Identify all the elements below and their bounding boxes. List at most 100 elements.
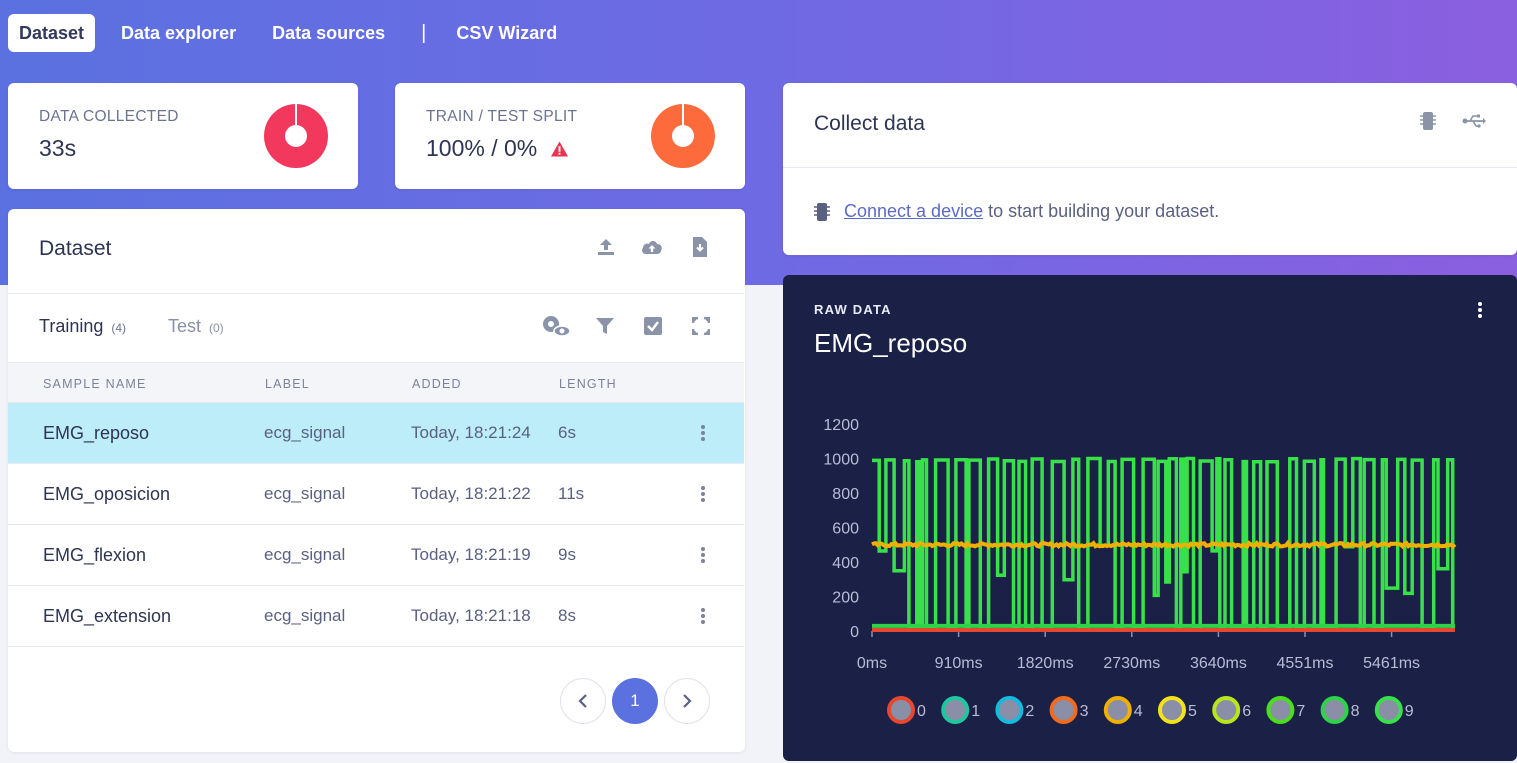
- series-4-line: [871, 539, 1457, 550]
- legend-marker[interactable]: [1103, 696, 1132, 724]
- tab-training-count: (4): [111, 321, 127, 335]
- legend-marker[interactable]: [1158, 696, 1186, 724]
- warning-triangle-icon: [551, 140, 569, 157]
- split-amount: 100% / 0%: [426, 135, 538, 161]
- x-tick-label: 4551ms: [1277, 655, 1334, 672]
- split-donut: [651, 104, 715, 168]
- x-tick-label: 1820ms: [1017, 655, 1074, 672]
- collect-data-divider: [783, 167, 1517, 168]
- sample-name: EMG_flexion: [43, 545, 147, 565]
- connect-device-link[interactable]: Connect a device: [844, 201, 983, 221]
- settings-eye-icon[interactable]: [541, 314, 571, 338]
- upload-icon[interactable]: [594, 235, 618, 259]
- table-row[interactable]: EMG_extension ecg_signal Today, 18:21:18…: [8, 586, 744, 647]
- sample-label: ecg_signal: [264, 484, 346, 503]
- connect-device-suffix: to start building your dataset.: [983, 201, 1220, 221]
- legend-label: 1: [971, 703, 980, 720]
- tab-dataset[interactable]: Dataset: [8, 14, 96, 52]
- sample-label: ecg_signal: [264, 545, 346, 564]
- row-menu-icon[interactable]: [698, 545, 708, 565]
- dataset-card: Dataset Training (4) Test (0) SAMPLE NAM…: [8, 209, 745, 752]
- split-value: 100% / 0%: [426, 135, 569, 162]
- data-collected-card: DATA COLLECTED 33s: [8, 83, 358, 189]
- tab-training[interactable]: Training (4): [39, 316, 126, 337]
- tab-data-sources[interactable]: Data sources: [254, 14, 403, 52]
- collect-data-title: Collect data: [814, 112, 925, 135]
- sample-added: Today, 18:21:18: [411, 606, 531, 625]
- legend-marker[interactable]: [1049, 696, 1078, 724]
- legend-label: 8: [1351, 703, 1360, 720]
- cloud-upload-icon[interactable]: [640, 235, 664, 259]
- legend-marker[interactable]: [1374, 696, 1403, 724]
- tab-data-explorer[interactable]: Data explorer: [103, 14, 254, 52]
- table-row[interactable]: EMG_flexion ecg_signal Today, 18:21:19 9…: [8, 525, 744, 586]
- y-tick-label: 1200: [823, 417, 859, 434]
- sample-added: Today, 18:21:19: [411, 545, 531, 564]
- pagination-page-1[interactable]: 1: [612, 678, 658, 724]
- sample-length: 11s: [558, 484, 585, 503]
- table-row[interactable]: EMG_oposicion ecg_signal Today, 18:21:22…: [8, 464, 744, 525]
- usb-icon[interactable]: [1462, 109, 1486, 133]
- x-tick-label: 3640ms: [1190, 655, 1247, 672]
- row-menu-icon[interactable]: [698, 606, 708, 626]
- data-collected-amount: 33s: [39, 135, 77, 161]
- y-tick-label: 1000: [823, 452, 859, 469]
- row-menu-icon[interactable]: [698, 423, 708, 443]
- device-chip-icon[interactable]: [1416, 109, 1440, 133]
- device-chip-icon: [814, 202, 830, 221]
- legend-marker[interactable]: [1320, 696, 1349, 724]
- sample-added: Today, 18:21:22: [411, 484, 531, 503]
- select-all-icon[interactable]: [641, 314, 665, 338]
- legend-label: 2: [1025, 703, 1034, 720]
- legend-marker[interactable]: [941, 696, 970, 724]
- legend-marker[interactable]: [995, 696, 1024, 724]
- legend-marker[interactable]: [1212, 696, 1241, 724]
- tab-test[interactable]: Test (0): [168, 316, 224, 337]
- nav-separator: |: [421, 21, 427, 44]
- dataset-title: Dataset: [39, 237, 112, 260]
- y-tick-label: 400: [832, 555, 859, 572]
- column-label[interactable]: LABEL: [265, 377, 310, 391]
- x-tick-label: 0ms: [857, 655, 887, 672]
- legend-label: 4: [1134, 703, 1143, 720]
- data-collected-title: DATA COLLECTED: [39, 108, 179, 125]
- tab-training-label: Training: [39, 316, 104, 336]
- tab-test-count: (0): [209, 321, 224, 335]
- legend-marker[interactable]: [887, 696, 915, 724]
- sample-added: Today, 18:21:24: [411, 423, 531, 442]
- tab-test-label: Test: [168, 316, 202, 336]
- x-tick-label: 910ms: [935, 655, 983, 672]
- tab-csv-wizard[interactable]: CSV Wizard: [438, 14, 575, 52]
- y-tick-label: 800: [832, 486, 859, 503]
- y-tick-label: 0: [850, 624, 859, 641]
- column-sample-name[interactable]: SAMPLE NAME: [43, 377, 147, 391]
- sample-name: EMG_oposicion: [43, 484, 171, 504]
- x-tick-label: 2730ms: [1103, 655, 1160, 672]
- table-header: SAMPLE NAME LABEL ADDED LENGTH: [8, 362, 744, 403]
- chevron-left-icon: [578, 694, 587, 708]
- column-added[interactable]: ADDED: [412, 377, 462, 391]
- y-tick-label: 200: [832, 590, 859, 607]
- legend-marker[interactable]: [1266, 696, 1295, 724]
- export-file-icon[interactable]: [688, 235, 712, 259]
- connect-device-text: Connect a device to start building your …: [844, 201, 1219, 222]
- filter-icon[interactable]: [593, 314, 617, 338]
- sample-label: ecg_signal: [264, 423, 346, 442]
- dataset-divider: [8, 293, 744, 294]
- sample-length: 8s: [558, 606, 576, 625]
- pagination-next-button[interactable]: [664, 678, 710, 724]
- split-title: TRAIN / TEST SPLIT: [426, 108, 578, 125]
- column-length[interactable]: LENGTH: [559, 377, 617, 391]
- row-menu-icon[interactable]: [698, 484, 708, 504]
- connect-device-message: Connect a device to start building your …: [814, 201, 1219, 222]
- table-row[interactable]: EMG_reposo ecg_signal Today, 18:21:24 6s: [8, 403, 744, 464]
- legend-label: 7: [1296, 703, 1305, 720]
- train-test-split-card: TRAIN / TEST SPLIT 100% / 0%: [395, 83, 745, 189]
- pagination-prev-button[interactable]: [560, 678, 606, 724]
- collect-data-card: Collect data Connect a device to start b…: [783, 83, 1517, 255]
- data-collected-donut: [264, 104, 328, 168]
- fullscreen-icon[interactable]: [689, 314, 713, 338]
- legend-label: 9: [1405, 703, 1414, 720]
- sample-length: 9s: [558, 545, 576, 564]
- sample-length: 6s: [558, 423, 576, 442]
